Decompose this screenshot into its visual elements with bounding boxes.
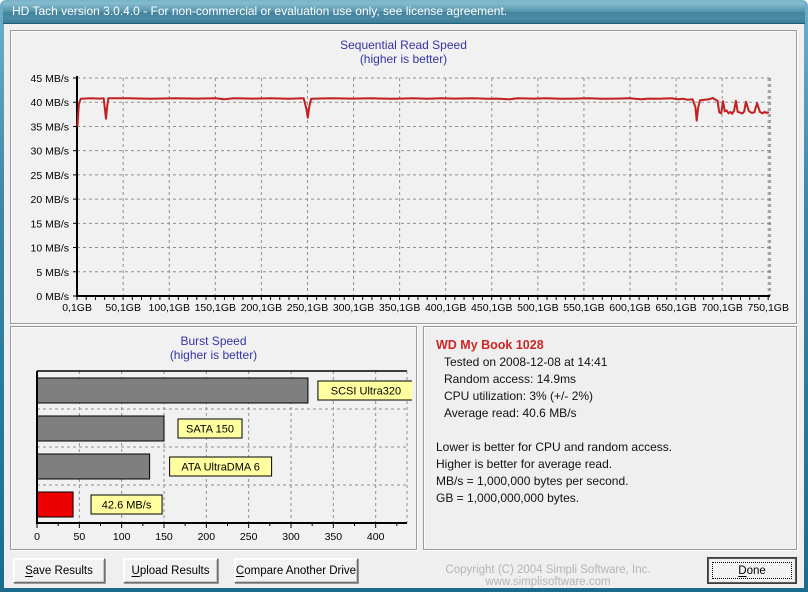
tested-on-line: Tested on 2008-12-08 at 14:41 — [444, 355, 608, 369]
x-tick-label: 250 — [240, 531, 258, 543]
bar-value-label: 42.6 MB/s — [102, 500, 152, 512]
x-tick-label: 350 — [325, 531, 343, 543]
note-line: Higher is better for average read. — [436, 457, 613, 471]
burst-bar-2 — [36, 453, 151, 480]
x-tick-label: 400,1GB — [425, 302, 466, 314]
bar-value-label: SATA 150 — [186, 424, 234, 436]
random-access-line: Random access: 14.9ms — [444, 372, 577, 386]
burst-bar-3 — [36, 491, 74, 518]
note-line: Lower is better for CPU and random acces… — [436, 440, 673, 454]
x-tick-label: 0,1GB — [62, 302, 92, 314]
burst-bar-0 — [36, 377, 309, 404]
upload-results-button[interactable]: Upload Results — [123, 558, 218, 583]
window-title: HD Tach version 3.0.4.0 - For non-commer… — [12, 4, 508, 18]
burst-speed-panel: Burst Speed (higher is better) 0 50 100 150… — [10, 326, 417, 550]
y-tick-label: 5 MB/s — [36, 267, 69, 279]
drive-info-panel: WD My Book 1028 Tested on 2008-12-08 at … — [423, 326, 797, 550]
y-tick-label: 45 MB/s — [30, 73, 69, 85]
bar-value-label: ATA UltraDMA 6 — [181, 462, 259, 474]
burst-speed-chart: 0 50 100 150 200 250 300 350 400 SCSI Ultra320 SAT… — [34, 370, 412, 543]
average-read-line: Average read: 40.6 MB/s — [444, 406, 577, 420]
copyright-text: Copyright (C) 2004 Simpli Software, Inc.… — [445, 564, 651, 588]
burst-speed-title: Burst Speed (higher is better) — [11, 327, 416, 362]
sequential-read-title: Sequential Read Speed (higher is better) — [11, 31, 796, 66]
burst-bar-1 — [36, 415, 165, 442]
compare-another-drive-button[interactable]: Compare Another Drive — [234, 558, 358, 583]
x-tick-label: 200,1GB — [241, 302, 282, 314]
x-tick-label: 550,1GB — [563, 302, 604, 314]
y-tick-label: 10 MB/s — [30, 243, 69, 255]
x-tick-label: 500,1GB — [517, 302, 558, 314]
y-tick-label: 30 MB/s — [30, 146, 69, 158]
x-tick-label: 300,1GB — [333, 302, 374, 314]
drive-name: WD My Book 1028 — [436, 338, 544, 352]
y-tick-label: 20 MB/s — [30, 194, 69, 206]
x-tick-label: 200 — [198, 531, 216, 543]
x-tick-label: 650,1GB — [655, 302, 696, 314]
done-button[interactable]: Done — [708, 558, 796, 583]
y-tick-label: 25 MB/s — [30, 170, 69, 182]
x-tick-label: 150 — [155, 531, 173, 543]
x-tick-label: 700,1GB — [701, 302, 742, 314]
chart-title-text: Burst Speed — [180, 334, 247, 348]
y-tick-label: 40 MB/s — [30, 97, 69, 109]
save-results-button[interactable]: Save Results — [13, 558, 105, 583]
x-tick-label: 400 — [367, 531, 385, 543]
note-line: MB/s = 1,000,000 bytes per second. — [436, 474, 629, 488]
x-tick-label: 100 — [113, 531, 131, 543]
x-tick-label: 350,1GB — [379, 302, 420, 314]
sequential-read-chart: 0 MB/s5 MB/s10 MB/s15 MB/s20 MB/s25 MB/s… — [30, 73, 789, 314]
x-tick-label: 750,1GB — [748, 302, 789, 314]
chart-subtitle-text: (higher is better) — [169, 348, 258, 362]
title-bar: HD Tach version 3.0.4.0 - For non-commer… — [3, 0, 805, 24]
bar-value-label: SCSI Ultra320 — [331, 386, 401, 398]
y-tick-label: 15 MB/s — [30, 218, 69, 230]
cpu-utilization-line: CPU utilization: 3% (+/- 2%) — [444, 389, 594, 403]
x-tick-label: 600,1GB — [609, 302, 650, 314]
x-tick-label: 50,1GB — [105, 302, 141, 314]
x-tick-label: 100,1GB — [149, 302, 190, 314]
client-area: Sequential Read Speed (higher is better)… — [4, 24, 804, 588]
sequential-read-panel: Sequential Read Speed (higher is better)… — [10, 30, 797, 324]
x-tick-label: 450,1GB — [471, 302, 512, 314]
x-tick-label: 250,1GB — [287, 302, 328, 314]
chart-title-text: Sequential Read Speed — [340, 38, 467, 52]
hdtach-window: HD Tach version 3.0.4.0 - For non-commer… — [0, 0, 808, 592]
x-tick-label: 50 — [73, 531, 85, 543]
note-line: GB = 1,000,000,000 bytes. — [436, 491, 580, 505]
x-tick-label: 150,1GB — [195, 302, 236, 314]
x-tick-label: 300 — [282, 531, 300, 543]
x-tick-label: 0 — [34, 531, 40, 543]
y-tick-label: 35 MB/s — [30, 121, 69, 133]
chart-subtitle-text: (higher is better) — [359, 52, 448, 66]
